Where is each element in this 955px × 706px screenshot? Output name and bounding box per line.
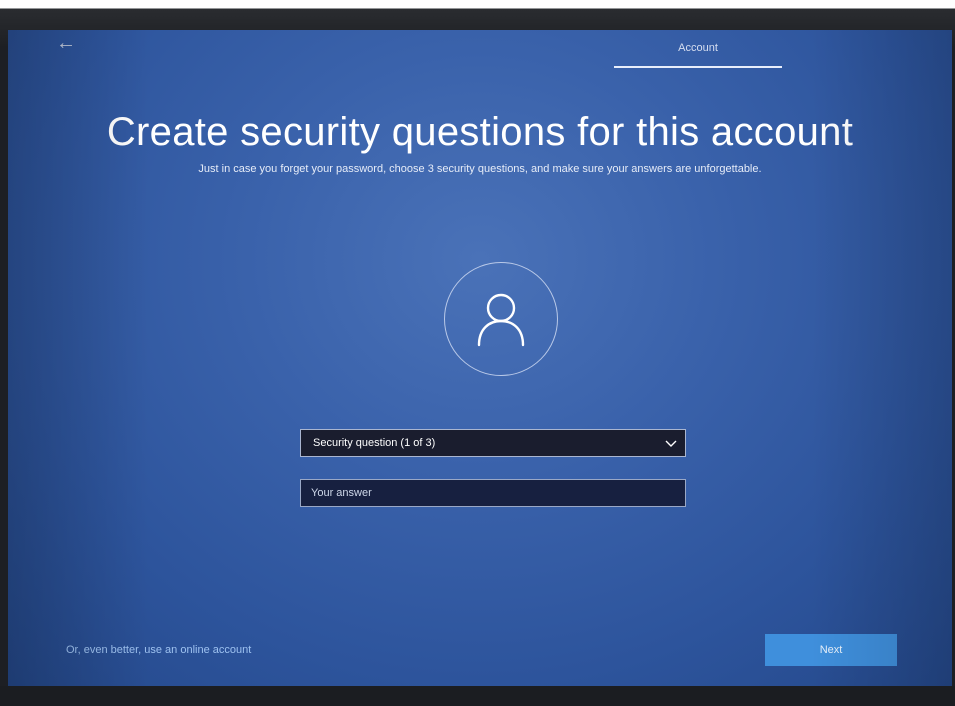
security-answer-input[interactable]: Your answer <box>300 479 686 507</box>
monitor-bezel-bottom <box>0 686 955 706</box>
tab-account[interactable]: Account <box>614 34 782 68</box>
oobe-screen: ← Account Create security questions for … <box>8 30 952 686</box>
next-button[interactable]: Next <box>765 634 897 666</box>
user-icon <box>477 293 525 347</box>
security-question-select[interactable]: Security question (1 of 3) <box>300 429 686 457</box>
security-answer-placeholder: Your answer <box>311 487 372 499</box>
security-question-value: Security question (1 of 3) <box>313 437 436 449</box>
online-account-link[interactable]: Or, even better, use an online account <box>66 644 251 656</box>
back-arrow-icon[interactable]: ← <box>56 30 76 56</box>
user-avatar <box>444 262 558 376</box>
chevron-down-icon <box>665 440 677 447</box>
photo-frame: ← Account Create security questions for … <box>0 0 955 706</box>
page-title: Create security questions for this accou… <box>106 110 854 154</box>
tab-account-label: Account <box>678 42 718 54</box>
page-subtitle: Just in case you forget your password, c… <box>198 163 762 175</box>
tab-active-indicator <box>614 66 782 68</box>
